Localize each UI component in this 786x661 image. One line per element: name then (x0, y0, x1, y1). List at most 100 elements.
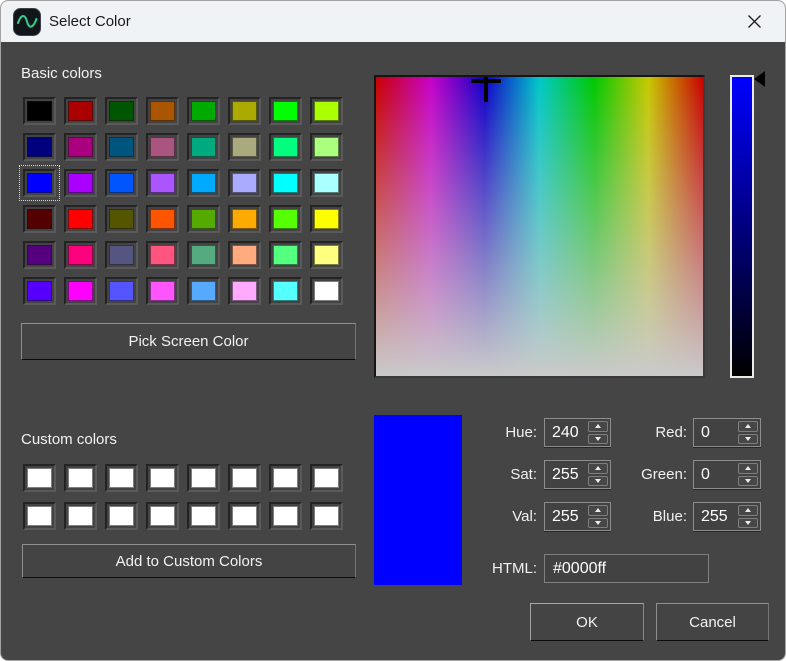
custom-color-swatch[interactable] (310, 502, 343, 530)
basic-color-swatch[interactable] (146, 97, 179, 125)
basic-color-swatch[interactable] (23, 241, 56, 269)
basic-color-swatch[interactable] (146, 133, 179, 161)
basic-color-swatch[interactable] (64, 169, 97, 197)
swatch-color (273, 245, 298, 265)
basic-color-swatch[interactable] (310, 241, 343, 269)
pick-screen-color-button[interactable]: Pick Screen Color (21, 323, 356, 360)
blue-spin-up-button[interactable] (738, 505, 758, 516)
basic-color-swatch[interactable] (23, 277, 56, 305)
hue-input[interactable] (545, 419, 586, 446)
swatch-color (232, 101, 257, 121)
val-input[interactable] (545, 503, 586, 530)
red-spin-up-button[interactable] (738, 421, 758, 432)
custom-color-swatch[interactable] (187, 502, 220, 530)
basic-color-swatch[interactable] (310, 97, 343, 125)
basic-color-swatch[interactable] (105, 169, 138, 197)
swatch-color (27, 506, 52, 526)
green-spin-up-button[interactable] (738, 463, 758, 474)
custom-color-swatch[interactable] (64, 502, 97, 530)
basic-color-swatch[interactable] (146, 169, 179, 197)
basic-color-swatch[interactable] (187, 169, 220, 197)
custom-color-swatch[interactable] (228, 502, 261, 530)
custom-color-swatch[interactable] (310, 464, 343, 492)
basic-color-swatch[interactable] (269, 133, 302, 161)
blue-input[interactable] (694, 503, 736, 530)
app-icon (13, 8, 41, 36)
basic-color-swatch[interactable] (146, 277, 179, 305)
custom-color-swatch[interactable] (228, 464, 261, 492)
custom-color-swatch[interactable] (23, 502, 56, 530)
basic-color-swatch[interactable] (64, 277, 97, 305)
spin-up-icon (745, 466, 751, 470)
basic-color-swatch[interactable] (310, 169, 343, 197)
swatch-color (109, 281, 134, 301)
basic-color-swatch[interactable] (228, 205, 261, 233)
blue-spin-down-button[interactable] (738, 518, 758, 529)
basic-color-swatch[interactable] (146, 241, 179, 269)
swatch-color (191, 209, 216, 229)
basic-color-swatch[interactable] (187, 205, 220, 233)
basic-color-swatch[interactable] (105, 277, 138, 305)
green-input[interactable] (694, 461, 736, 488)
basic-color-swatch[interactable] (105, 97, 138, 125)
hue-saturation-picker[interactable] (374, 75, 705, 378)
basic-color-swatch[interactable] (269, 169, 302, 197)
ok-button[interactable]: OK (530, 603, 644, 641)
basic-color-swatch[interactable] (228, 241, 261, 269)
basic-color-swatch[interactable] (146, 205, 179, 233)
custom-color-swatch[interactable] (64, 464, 97, 492)
red-input[interactable] (694, 419, 736, 446)
basic-color-swatch[interactable] (228, 277, 261, 305)
green-spin-down-button[interactable] (738, 476, 758, 487)
custom-color-swatch[interactable] (105, 464, 138, 492)
swatch-color (27, 173, 52, 193)
basic-color-swatch[interactable] (64, 241, 97, 269)
red-spin-down-button[interactable] (738, 434, 758, 445)
swatch-color (273, 137, 298, 157)
basic-color-swatch[interactable] (269, 277, 302, 305)
custom-color-swatch[interactable] (105, 502, 138, 530)
basic-color-swatch[interactable] (23, 133, 56, 161)
basic-color-swatch[interactable] (310, 277, 343, 305)
window-title: Select Color (49, 13, 131, 30)
basic-color-swatch[interactable] (187, 241, 220, 269)
basic-color-swatch[interactable] (23, 97, 56, 125)
basic-color-swatch[interactable] (228, 169, 261, 197)
swatch-color (150, 245, 175, 265)
custom-color-swatch[interactable] (146, 502, 179, 530)
basic-color-swatch[interactable] (64, 97, 97, 125)
basic-color-swatch[interactable] (228, 97, 261, 125)
swatch-color (109, 137, 134, 157)
swatch-color (191, 281, 216, 301)
custom-color-swatch[interactable] (23, 464, 56, 492)
basic-color-swatch[interactable] (310, 205, 343, 233)
custom-color-swatch[interactable] (187, 464, 220, 492)
close-button[interactable] (731, 4, 777, 38)
swatch-color (314, 101, 339, 121)
basic-color-swatch[interactable] (105, 241, 138, 269)
swatch-color (68, 101, 93, 121)
swatch-color (27, 137, 52, 157)
basic-color-swatch[interactable] (187, 133, 220, 161)
custom-color-swatch[interactable] (146, 464, 179, 492)
html-color-input[interactable] (544, 554, 709, 583)
value-slider[interactable] (730, 75, 754, 378)
custom-color-swatch[interactable] (269, 464, 302, 492)
add-to-custom-colors-button[interactable]: Add to Custom Colors (22, 544, 356, 578)
basic-color-swatch[interactable] (269, 241, 302, 269)
basic-color-swatch[interactable] (187, 97, 220, 125)
sat-input[interactable] (545, 461, 586, 488)
basic-color-swatch[interactable] (269, 97, 302, 125)
cancel-button[interactable]: Cancel (656, 603, 769, 641)
basic-color-swatch[interactable] (269, 205, 302, 233)
basic-color-swatch[interactable] (105, 133, 138, 161)
basic-color-swatch[interactable] (23, 169, 56, 197)
basic-color-swatch[interactable] (310, 133, 343, 161)
basic-color-swatch[interactable] (187, 277, 220, 305)
basic-color-swatch[interactable] (23, 205, 56, 233)
custom-color-swatch[interactable] (269, 502, 302, 530)
basic-color-swatch[interactable] (64, 205, 97, 233)
basic-color-swatch[interactable] (228, 133, 261, 161)
basic-color-swatch[interactable] (64, 133, 97, 161)
basic-color-swatch[interactable] (105, 205, 138, 233)
